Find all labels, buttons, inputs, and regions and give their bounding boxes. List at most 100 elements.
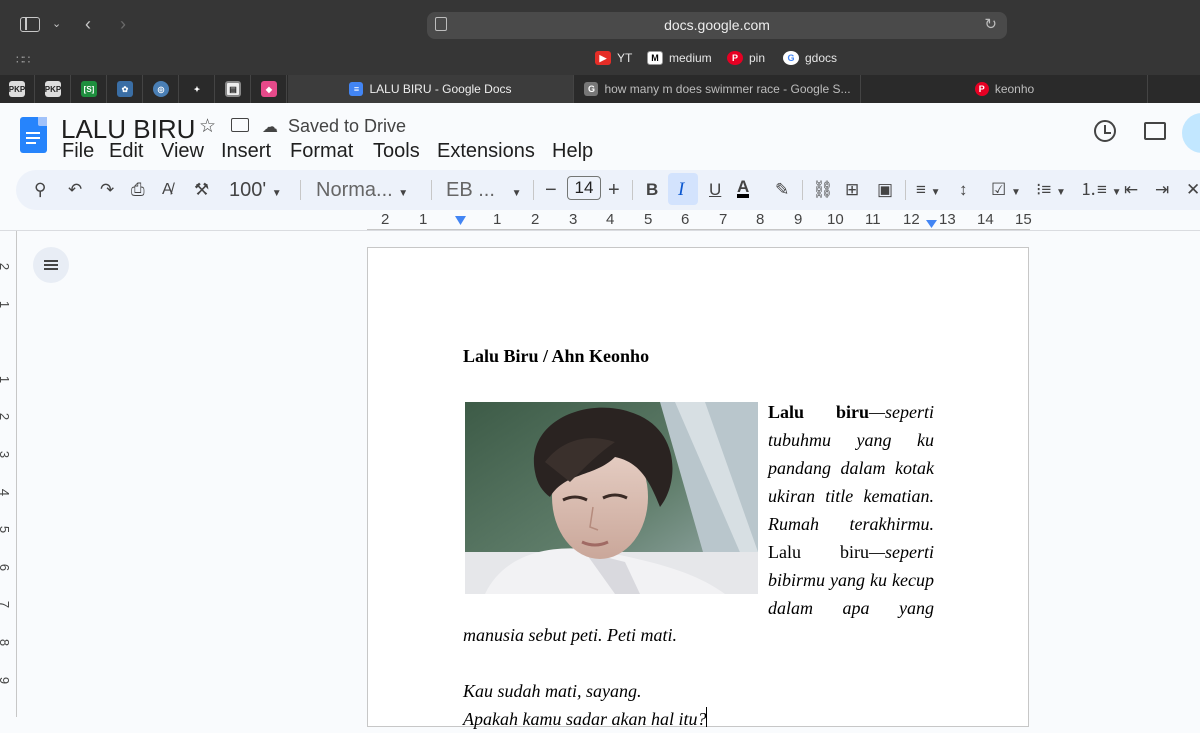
ruler-number: 9 [0, 677, 12, 684]
spellcheck-icon[interactable]: A̸ [162, 179, 173, 201]
apps-grid-icon[interactable]: ∷∷ [16, 53, 30, 67]
plain-text: Lalu biru [768, 542, 869, 562]
cloud-saved-icon[interactable]: ☁ [262, 117, 278, 137]
move-to-folder-icon[interactable] [231, 118, 249, 132]
paint-format-icon[interactable]: ⚒ [194, 179, 209, 201]
separator [632, 180, 633, 200]
clear-formatting-icon[interactable]: ✕ [1186, 179, 1200, 201]
bold-button[interactable]: B [646, 179, 658, 201]
pinned-tab[interactable]: ◆ [252, 75, 287, 103]
shop-icon: ◆ [261, 81, 277, 97]
increase-font-size-icon[interactable]: + [608, 179, 620, 201]
tab-lalu-biru[interactable]: ≡ LALU BIRU - Google Docs [288, 75, 574, 103]
menu-insert[interactable]: Insert [221, 140, 271, 163]
right-indent-marker-icon[interactable] [926, 220, 937, 228]
pinned-tab[interactable]: ✿ [108, 75, 143, 103]
back-icon[interactable]: ‹ [85, 12, 91, 36]
save-status: Saved to Drive [288, 116, 407, 136]
menu-extensions[interactable]: Extensions [437, 140, 535, 163]
pinned-tab[interactable]: ▤ [216, 75, 251, 103]
line-spacing-icon[interactable]: ↕ [959, 179, 968, 201]
horizontal-ruler[interactable]: 2 1 1 2 3 4 5 6 7 8 9 10 11 12 13 14 15 [367, 211, 1032, 231]
google-docs-logo-icon[interactable] [20, 117, 47, 153]
pinned-tab[interactable]: PKP [0, 75, 35, 103]
pinned-tab[interactable]: PKP [36, 75, 71, 103]
ruler-number: 15 [1015, 211, 1032, 228]
bookmark-label: pin [749, 51, 766, 65]
bookmark-gdocs[interactable]: G gdocs [783, 51, 837, 65]
pkp-icon: PKP [9, 81, 25, 97]
reload-icon[interactable]: ↻ [984, 15, 997, 33]
underline-button[interactable]: U [709, 179, 721, 201]
chevron-down-icon: ▼ [511, 188, 522, 199]
menu-format[interactable]: Format [290, 140, 353, 163]
pinned-tab[interactable]: [S] [72, 75, 107, 103]
increase-indent-icon[interactable]: ⇥ [1155, 179, 1169, 201]
sheets-icon: [S] [81, 81, 97, 97]
highlight-icon[interactable]: ✎ [775, 179, 789, 201]
version-history-icon[interactable] [1094, 120, 1116, 142]
pinned-tab[interactable]: ✦ [180, 75, 215, 103]
bulleted-list-icon[interactable]: ⁝≡ ▼ [1036, 179, 1066, 204]
indent-marker-icon[interactable] [455, 216, 466, 225]
style-select[interactable]: Norma... ▼ [316, 179, 408, 205]
align-icon[interactable]: ≡ ▼ [916, 179, 941, 204]
ruler-number: 11 [865, 211, 881, 228]
film-icon: ▤ [225, 81, 241, 97]
menu-edit[interactable]: Edit [109, 140, 143, 163]
italic-text: —seperti [869, 402, 934, 422]
tab-google-search[interactable]: G how many m does swimmer race - Google … [575, 75, 861, 103]
menu-help[interactable]: Help [552, 140, 593, 163]
bold-text: Lalu biru [768, 402, 869, 422]
zoom-value: 100' [229, 179, 267, 201]
ruler-number: 6 [681, 211, 690, 228]
decrease-font-size-icon[interactable]: − [545, 179, 557, 201]
tab-group-chevron-icon[interactable]: ⌄ [52, 12, 61, 36]
bookmark-pin[interactable]: P pin [727, 51, 765, 65]
print-icon[interactable]: ⎙ [131, 179, 145, 201]
sidebar-toggle-icon[interactable] [20, 17, 40, 32]
tab-keonho[interactable]: P keonho [862, 75, 1148, 103]
comments-icon[interactable] [1144, 122, 1166, 140]
font-select[interactable]: EB ... ▼ [446, 179, 521, 205]
menu-view[interactable]: View [161, 140, 204, 163]
document-heading: Lalu Biru / Ahn Keonho [463, 346, 650, 366]
decrease-indent-icon[interactable]: ⇤ [1124, 179, 1138, 201]
vertical-ruler[interactable]: 2 1 1 2 3 4 5 6 7 8 9 [0, 231, 18, 717]
italic-text: —seperti [869, 542, 934, 562]
document-page[interactable]: Lalu Biru / Ahn Keonho Lalu biru—seperti… [367, 247, 1029, 729]
tab-strip: PKP PKP [S] ✿ ◎ ✦ ▤ ◆ ≡ LALU BIRU - Goog… [0, 75, 1200, 103]
portrait-photo[interactable] [465, 402, 758, 594]
font-size-input[interactable]: 14 [567, 176, 601, 200]
star-icon[interactable]: ☆ [199, 115, 216, 138]
insert-image-icon[interactable]: ▣ [877, 179, 893, 201]
bookmark-medium[interactable]: M medium [647, 51, 712, 65]
text-cursor [706, 707, 707, 727]
text-color-icon[interactable]: A [737, 178, 750, 198]
redo-icon[interactable]: ↷ [100, 179, 114, 201]
undo-icon[interactable]: ↶ [68, 179, 82, 201]
italic-button[interactable]: I [678, 179, 684, 201]
ruler-number: 3 [0, 451, 12, 458]
ruler-number: 1 [419, 211, 428, 228]
poem-line: Lalu biru—seperti [768, 398, 934, 426]
document-outline-button[interactable] [33, 247, 69, 283]
bookmark-yt[interactable]: ▶ YT [595, 51, 632, 65]
menu-file[interactable]: File [62, 140, 94, 163]
share-button[interactable] [1182, 113, 1200, 153]
zoom-select[interactable]: 100' ▼ [229, 179, 282, 205]
poem-line: bibirmu yang ku kecup [768, 570, 934, 590]
search-menus-icon[interactable]: ⚲ [34, 179, 46, 201]
checklist-icon[interactable]: ☑ ▼ [991, 179, 1021, 204]
numbered-list-icon[interactable]: ⒈≡ ▼ [1080, 179, 1122, 204]
add-comment-icon[interactable]: ⊞ [845, 179, 859, 201]
forward-icon: › [120, 14, 126, 34]
address-bar[interactable]: docs.google.com ↻ [427, 12, 1007, 39]
pinned-tab[interactable]: ◎ [144, 75, 179, 103]
ruler-number: 3 [569, 211, 578, 228]
ruler-number: 13 [939, 211, 956, 228]
menu-tools[interactable]: Tools [373, 140, 420, 163]
insert-link-icon[interactable]: ⛓ [812, 179, 834, 201]
youtube-icon: ▶ [595, 51, 611, 65]
figure-icon: ✦ [189, 81, 205, 97]
